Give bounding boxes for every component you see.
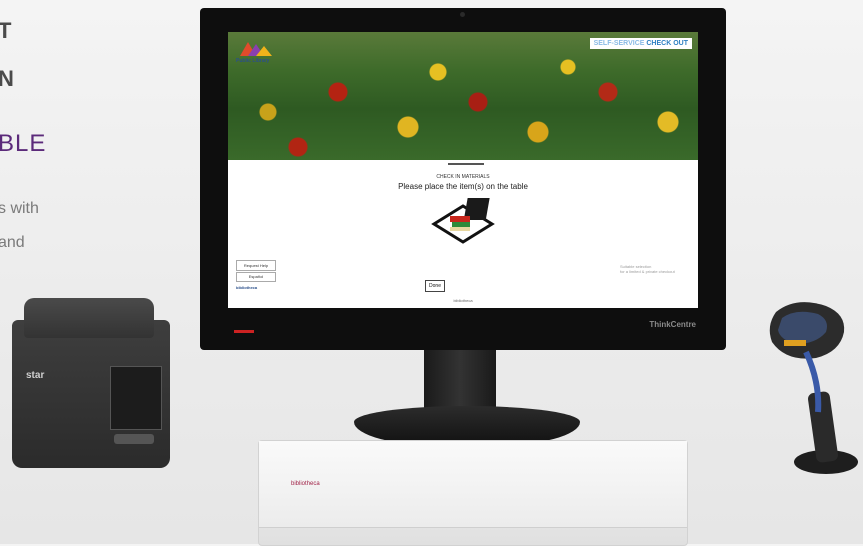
language-button[interactable]: Español — [236, 272, 276, 282]
marketing-line-1: T — [0, 18, 13, 43]
sunflower-banner: Public Library SELF-SERVICE CHECK OUT — [228, 32, 698, 160]
logo-text: Public Library — [236, 58, 270, 64]
screen-note: Suitable selection for a limited & priva… — [620, 264, 675, 274]
screen-footer: bibliotheca — [453, 298, 473, 303]
instruction-heading: Please place the item(s) on the table — [398, 182, 528, 191]
rfid-pad: bibliotheca — [258, 440, 688, 546]
rfid-pad-brand: bibliotheca — [291, 481, 320, 487]
monitor: Public Library SELF-SERVICE CHECK OUT CH… — [200, 8, 726, 350]
printer-lid — [24, 298, 154, 338]
barcode-scanner — [756, 292, 862, 482]
marketing-line-5: and — [0, 234, 25, 251]
bibliotheca-logo: bibliotheca — [236, 285, 258, 290]
printer-brand: star — [26, 370, 45, 381]
badge-main: CHECK OUT — [646, 40, 688, 47]
progress-indicator — [448, 163, 484, 165]
camera-icon — [460, 12, 465, 17]
rfid-pad-surface — [259, 441, 687, 528]
note-line-2: for a limited & private checkout — [620, 269, 675, 274]
badge-prefix: SELF-SERVICE — [593, 40, 647, 47]
monitor-brand: ThinkCentre — [649, 320, 696, 329]
marketing-text: T N BLE s with and — [0, 0, 148, 270]
place-items-illustration — [430, 196, 496, 248]
done-button[interactable]: Done — [425, 280, 445, 292]
self-service-badge: SELF-SERVICE CHECK OUT — [589, 38, 692, 49]
kiosk-screen: Public Library SELF-SERVICE CHECK OUT CH… — [228, 32, 698, 308]
printer-window — [110, 366, 162, 430]
marketing-line-4: s with — [0, 200, 39, 217]
monitor-accent — [234, 330, 254, 333]
section-caption: CHECK IN MATERIALS — [436, 174, 490, 180]
marketing-line-3: BLE — [0, 130, 47, 157]
marketing-line-2: N — [0, 66, 15, 91]
request-help-button[interactable]: Request Help — [236, 260, 276, 271]
printer-button — [114, 434, 154, 444]
screen-content: CHECK IN MATERIALS Please place the item… — [228, 160, 698, 308]
receipt-printer: star — [12, 298, 170, 470]
